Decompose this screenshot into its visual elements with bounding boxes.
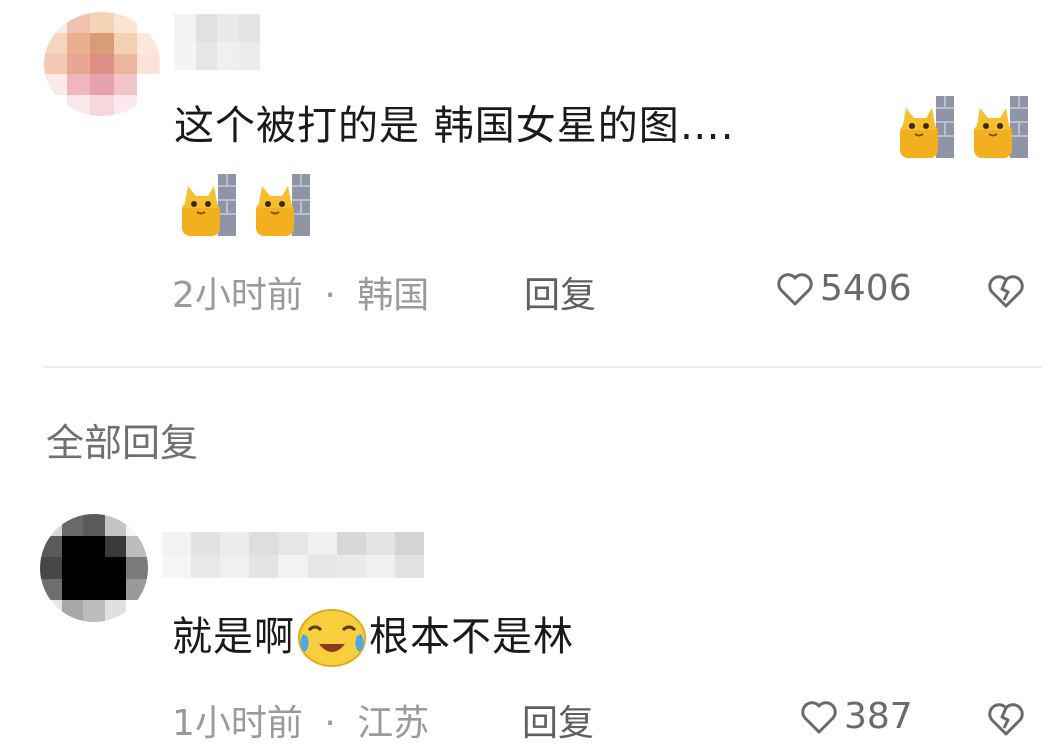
reply-button[interactable]: 回复 (522, 694, 594, 746)
timestamp: 2小时前 (172, 275, 303, 316)
heart-icon (801, 700, 837, 733)
dislike-heart-icon[interactable] (986, 700, 1026, 738)
cat-emoji-icon (256, 174, 310, 236)
meta-separator: · (324, 275, 336, 316)
timestamp: 1小时前 (172, 703, 303, 744)
heart-icon (777, 272, 813, 305)
avatar[interactable] (44, 12, 160, 116)
location: 韩国 (357, 275, 430, 316)
username[interactable] (174, 14, 260, 70)
avatar[interactable] (40, 514, 148, 622)
cat-emoji-icon (974, 96, 1028, 158)
reply-button[interactable]: 回复 (524, 266, 596, 318)
comment-meta: 1小时前 · 江苏 (172, 694, 429, 746)
divider (44, 366, 1042, 368)
like-count: 387 (844, 696, 913, 737)
like-button[interactable]: 5406 (776, 268, 912, 309)
comment-body: 这个被打的是 韩国女星的图…. (174, 103, 735, 149)
section-title: 全部回复 (46, 421, 199, 465)
like-count: 5406 (820, 268, 912, 309)
username[interactable] (162, 532, 424, 578)
meta-separator: · (324, 703, 336, 744)
comment-body-continued: 根本不是林 (369, 614, 574, 660)
like-button[interactable]: 387 (800, 696, 913, 737)
comment-text: 就是啊 根本不是林 (172, 606, 574, 668)
cat-emoji-icon (182, 174, 236, 236)
dislike-heart-icon[interactable] (986, 272, 1026, 310)
crying-laughing-emoji-icon (298, 609, 366, 667)
location: 江苏 (357, 703, 430, 744)
comment-meta: 2小时前 · 韩国 (172, 266, 429, 318)
comment-body: 就是啊 (172, 614, 295, 660)
cat-emoji-icon (900, 96, 954, 158)
